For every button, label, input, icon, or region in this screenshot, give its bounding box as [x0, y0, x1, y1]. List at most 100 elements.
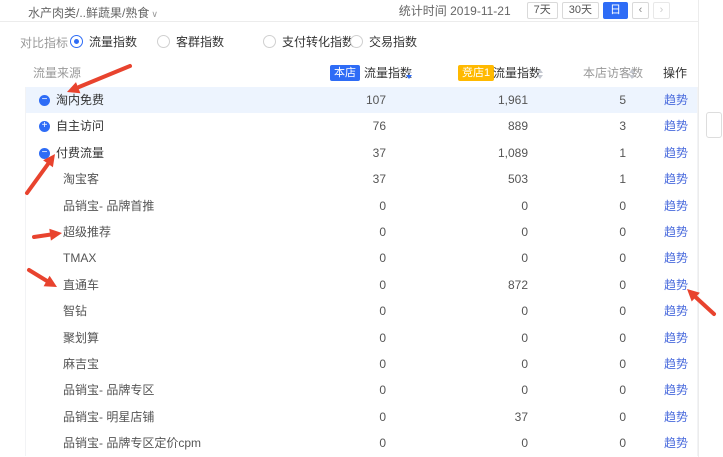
table-row[interactable]: 聚划算 0 0 0 趋势	[26, 325, 697, 351]
table-row[interactable]: 麻吉宝 0 0 0 趋势	[26, 351, 697, 377]
shop-visitors-value: 1	[526, 166, 626, 192]
table-row[interactable]: 超级推荐 0 0 0 趋势	[26, 219, 697, 245]
rival-traffic-index-value: 0	[408, 351, 528, 377]
source-name: 付费流量	[56, 140, 104, 166]
table-row[interactable]: TMAX 0 0 0 趋势	[26, 245, 697, 271]
source-name: 自主访问	[56, 113, 104, 139]
shop-visitors-value: 0	[526, 430, 626, 456]
range-30d-button[interactable]: 30天	[562, 2, 599, 19]
shop-traffic-index-value: 37	[286, 140, 386, 166]
trend-link[interactable]: 趋势	[664, 272, 688, 298]
table-row[interactable]: 品销宝- 品牌专区 0 0 0 趋势	[26, 377, 697, 403]
shop-traffic-index-value: 107	[286, 87, 386, 113]
column-rival-traffic-index: 流量指数	[493, 60, 541, 87]
source-name: 淘内免费	[56, 87, 104, 113]
source-name: TMAX	[63, 245, 96, 271]
shop-traffic-index-value: 0	[286, 272, 386, 298]
trend-link[interactable]: 趋势	[664, 298, 688, 324]
trend-link[interactable]: 趋势	[664, 166, 688, 192]
rival-traffic-index-value: 889	[408, 113, 528, 139]
shop-traffic-index-value: 0	[286, 377, 386, 403]
table-row[interactable]: − 淘内免费 107 1,961 5 趋势	[26, 87, 697, 113]
shop-traffic-index-value: 37	[286, 166, 386, 192]
shop-visitors-value: 3	[526, 113, 626, 139]
column-source: 流量来源	[33, 60, 81, 87]
compare-metric-label: 对比指标	[20, 34, 68, 51]
top-bar: 水产肉类/..鲜蔬果/熟食∨ 统计时间 2019-11-21 7天 30天 日 …	[0, 0, 698, 22]
sort-shop-traffic-icon[interactable]	[406, 69, 412, 79]
source-name: 智钻	[63, 298, 87, 324]
source-name: 淘宝客	[63, 166, 99, 192]
radio-trade-index[interactable]: 交易指数	[350, 33, 417, 50]
trend-link[interactable]: 趋势	[664, 404, 688, 430]
trend-link[interactable]: 趋势	[664, 351, 688, 377]
source-name: 聚划算	[63, 325, 99, 351]
shop-traffic-index-value: 0	[286, 219, 386, 245]
range-day-button[interactable]: 日	[603, 2, 628, 19]
rival-traffic-index-value: 0	[408, 325, 528, 351]
rival-traffic-index-value: 1,961	[408, 87, 528, 113]
trend-link[interactable]: 趋势	[664, 245, 688, 271]
sort-rival-traffic-icon[interactable]	[537, 69, 543, 79]
shop-visitors-value: 5	[526, 87, 626, 113]
table-row[interactable]: 品销宝- 品牌首推 0 0 0 趋势	[26, 193, 697, 219]
column-action: 操作	[663, 60, 687, 87]
rival-traffic-index-value: 872	[408, 272, 528, 298]
range-7d-button[interactable]: 7天	[527, 2, 558, 19]
trend-link[interactable]: 趋势	[664, 430, 688, 456]
prev-day-button[interactable]: ‹	[632, 2, 649, 19]
table-row[interactable]: − 付费流量 37 1,089 1 趋势	[26, 140, 697, 166]
category-breadcrumb[interactable]: 水产肉类/..鲜蔬果/熟食∨	[28, 4, 158, 21]
trend-link[interactable]: 趋势	[664, 219, 688, 245]
rival-traffic-index-value: 0	[408, 219, 528, 245]
date-controls: 统计时间 2019-11-21 7天 30天 日 ‹ ›	[399, 2, 670, 19]
table-row[interactable]: 品销宝- 品牌专区定价cpm 0 0 0 趋势	[26, 430, 697, 456]
table-row[interactable]: 品销宝- 明星店铺 0 37 0 趋势	[26, 404, 697, 430]
source-name: 超级推荐	[63, 219, 111, 245]
radio-conversion-index[interactable]: 支付转化指数	[263, 33, 354, 50]
shop-traffic-index-value: 0	[286, 298, 386, 324]
radio-customer-index[interactable]: 客群指数	[157, 33, 224, 50]
shop-visitors-value: 0	[526, 272, 626, 298]
trend-link[interactable]: 趋势	[664, 377, 688, 403]
table-row[interactable]: 直通车 0 872 0 趋势	[26, 272, 697, 298]
rival-traffic-index-value: 0	[408, 245, 528, 271]
shop-visitors-value: 0	[526, 377, 626, 403]
stat-time-label: 统计时间 2019-11-21	[399, 2, 511, 19]
shop-traffic-index-value: 0	[286, 430, 386, 456]
trend-link[interactable]: 趋势	[664, 325, 688, 351]
source-name: 麻吉宝	[63, 351, 99, 377]
rival-traffic-index-value: 0	[408, 377, 528, 403]
radio-traffic-index[interactable]: 流量指数	[70, 33, 137, 50]
radio-icon	[157, 35, 170, 48]
table-body: − 淘内免费 107 1,961 5 趋势 + 自主访问 76 889 3 趋势…	[25, 87, 698, 456]
sort-visitors-icon[interactable]	[629, 69, 635, 79]
chevron-down-icon: ∨	[151, 9, 158, 19]
side-panel-handle[interactable]	[706, 112, 722, 138]
rival-traffic-index-value: 0	[408, 430, 528, 456]
trend-link[interactable]: 趋势	[664, 113, 688, 139]
table-row[interactable]: + 自主访问 76 889 3 趋势	[26, 113, 697, 139]
trend-link[interactable]: 趋势	[664, 140, 688, 166]
table-row[interactable]: 淘宝客 37 503 1 趋势	[26, 166, 697, 192]
shop-visitors-value: 0	[526, 193, 626, 219]
source-name: 品销宝- 品牌专区	[63, 377, 154, 403]
trend-link[interactable]: 趋势	[664, 193, 688, 219]
rival-traffic-index-value: 37	[408, 404, 528, 430]
column-shop-traffic-index: 流量指数	[364, 60, 412, 87]
expand-toggle-icon[interactable]: +	[39, 121, 50, 132]
shop-traffic-index-value: 0	[286, 325, 386, 351]
next-day-button[interactable]: ›	[653, 2, 670, 19]
shop-traffic-index-value: 0	[286, 404, 386, 430]
rival-traffic-index-value: 0	[408, 193, 528, 219]
expand-toggle-icon[interactable]: −	[39, 95, 50, 106]
shop-visitors-value: 0	[526, 404, 626, 430]
table-row[interactable]: 智钻 0 0 0 趋势	[26, 298, 697, 324]
trend-link[interactable]: 趋势	[664, 87, 688, 113]
shop-traffic-index-value: 0	[286, 193, 386, 219]
shop-visitors-value: 0	[526, 245, 626, 271]
source-name: 品销宝- 品牌首推	[63, 193, 154, 219]
shop-visitors-value: 0	[526, 325, 626, 351]
expand-toggle-icon[interactable]: −	[39, 148, 50, 159]
rival-traffic-index-value: 503	[408, 166, 528, 192]
